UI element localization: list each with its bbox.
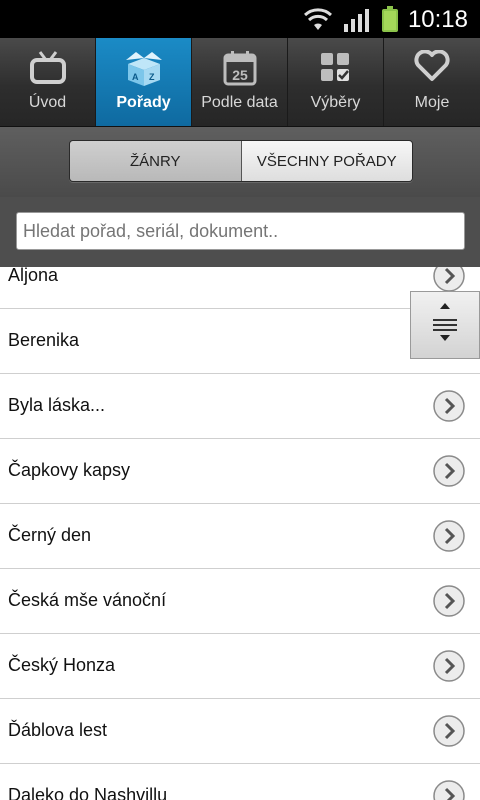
tab-podle-data[interactable]: 25 Podle data: [192, 38, 288, 126]
show-name: Aljona: [8, 265, 59, 285]
show-name: Česká mše vánoční: [8, 590, 167, 610]
chevron-right-icon[interactable]: [433, 455, 465, 487]
chevron-right-icon[interactable]: [433, 390, 465, 422]
grid-check-icon: [320, 53, 349, 81]
segment-bar: ŽÁNRY VŠECHNY POŘADY: [0, 127, 480, 197]
list-item[interactable]: Čapkovy kapsy: [0, 439, 480, 504]
show-name: Berenika: [8, 330, 80, 350]
list-item[interactable]: Česká mše vánoční: [0, 569, 480, 634]
tv-icon: [29, 51, 66, 84]
list-item[interactable]: Berenika: [0, 309, 480, 374]
chevron-right-icon[interactable]: [433, 650, 465, 682]
chevron-right-icon[interactable]: [433, 520, 465, 552]
search-bar: [0, 197, 480, 267]
svg-text:Z: Z: [149, 72, 155, 82]
show-name: Český Honza: [8, 655, 116, 675]
tab-uvod[interactable]: Úvod: [0, 38, 96, 126]
tab-label: Moje: [414, 94, 450, 111]
show-name: Byla láska...: [8, 395, 106, 415]
segmented-control: ŽÁNRY VŠECHNY POŘADY: [69, 140, 413, 182]
list-item[interactable]: Český Honza: [0, 634, 480, 699]
show-list: Aljona Berenika Byla láska... Čapkovy kapsy…: [0, 244, 480, 800]
calendar-day: 25: [232, 67, 248, 83]
battery-icon: [382, 6, 398, 32]
tab-bar: Úvod A Z Pořady 25 Podle data Výběry Moj…: [0, 38, 480, 127]
calendar-icon: 25: [223, 51, 256, 86]
tab-moje[interactable]: Moje: [384, 38, 480, 126]
segment-genres[interactable]: ŽÁNRY: [70, 141, 241, 181]
scroll-handle-icon: [433, 303, 457, 341]
tab-label: Úvod: [28, 94, 67, 111]
show-name: Černý den: [8, 525, 92, 545]
show-name: Ďáblova lest: [8, 720, 108, 740]
chevron-right-icon[interactable]: [433, 780, 465, 800]
wifi-icon: [304, 8, 332, 30]
chevron-right-icon[interactable]: [433, 715, 465, 747]
tab-label: Výběry: [310, 94, 361, 111]
signal-icon: [344, 9, 369, 32]
tab-porady[interactable]: A Z Pořady: [96, 38, 192, 126]
show-name: Daleko do Nashvillu: [8, 785, 168, 800]
status-time: 10:18: [407, 6, 468, 33]
az-box-icon: A Z: [125, 52, 162, 86]
heart-icon: [414, 50, 450, 81]
chevron-right-icon[interactable]: [433, 585, 465, 617]
fast-scroll-handle[interactable]: [410, 291, 480, 359]
segment-all-shows[interactable]: VŠECHNY POŘADY: [240, 141, 412, 181]
status-bar: 10:18: [0, 0, 480, 38]
list-item[interactable]: Daleko do Nashvillu: [0, 764, 480, 800]
list-item[interactable]: Ďáblova lest: [0, 699, 480, 764]
list-item[interactable]: Černý den: [0, 504, 480, 569]
tab-label: Pořady: [116, 94, 171, 111]
show-name: Čapkovy kapsy: [8, 460, 131, 480]
tab-vybery[interactable]: Výběry: [288, 38, 384, 126]
status-icons: [304, 6, 398, 32]
svg-text:A: A: [132, 72, 139, 82]
search-input[interactable]: [16, 212, 465, 250]
tab-label: Podle data: [201, 94, 278, 111]
list-item[interactable]: Byla láska...: [0, 374, 480, 439]
